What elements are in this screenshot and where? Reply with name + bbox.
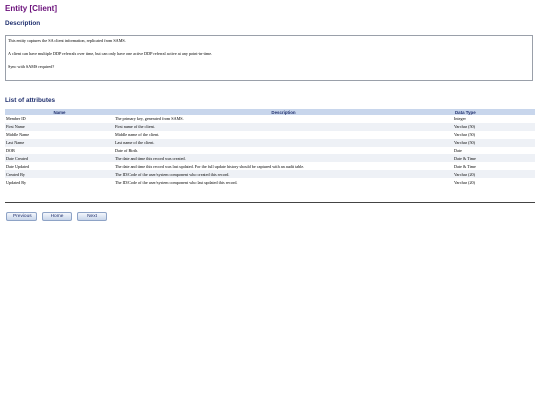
attr-name: Date Created xyxy=(5,154,114,163)
description-paragraph: A client can have multiple DDP referrals… xyxy=(8,51,213,56)
table-row: DOB Date of Birth. Date xyxy=(5,146,535,155)
description-heading: Description xyxy=(5,20,41,27)
attr-type: Date xyxy=(453,146,535,155)
attributes-table: Name Description Data Type Member ID The… xyxy=(5,109,535,187)
attr-description: The primary key, generated from SAMS. xyxy=(114,115,453,123)
previous-button[interactable]: Previous xyxy=(6,212,37,221)
attr-name: Last Name xyxy=(5,138,114,147)
attr-description: The ID/Code of the user/system component… xyxy=(114,170,453,179)
description-paragraph: This entity captures the SA client infor… xyxy=(8,38,126,43)
navigation-bar: Previous Home Next xyxy=(6,212,107,221)
attr-type: Integer xyxy=(453,115,535,123)
attr-description: The ID/Code of the user/system component… xyxy=(114,178,453,187)
attributes-heading: List of attributes xyxy=(5,97,56,104)
attr-type: Varchar (20) xyxy=(453,170,535,179)
attr-description: The date and time this record was create… xyxy=(114,154,453,163)
page-title: Entity [Client] xyxy=(5,4,57,13)
table-row: First Name First name of the client. Var… xyxy=(5,122,535,131)
attr-name: Date Updated xyxy=(5,162,114,171)
home-button[interactable]: Home xyxy=(42,212,72,221)
attr-description: Middle name of the client. xyxy=(114,130,453,139)
attr-description: The date and time this record was last u… xyxy=(114,162,453,171)
attr-type: Varchar (50) xyxy=(453,122,535,131)
attr-type: Date & Time xyxy=(453,162,535,171)
attr-type: Varchar (50) xyxy=(453,130,535,139)
table-row: Middle Name Middle name of the client. V… xyxy=(5,130,535,139)
table-row: Member ID The primary key, generated fro… xyxy=(5,115,535,123)
attr-name: Created By xyxy=(5,170,114,179)
attr-name: DOB xyxy=(5,146,114,155)
table-row: Created By The ID/Code of the user/syste… xyxy=(5,170,535,179)
divider xyxy=(5,202,535,203)
description-paragraph: Sync with SAMS required? xyxy=(8,64,55,69)
attr-name: Member ID xyxy=(5,115,114,123)
description-box: This entity captures the SA client infor… xyxy=(5,35,533,81)
attr-name: First Name xyxy=(5,122,114,131)
attr-name: Middle Name xyxy=(5,130,114,139)
attr-description: First name of the client. xyxy=(114,122,453,131)
attr-type: Varchar (50) xyxy=(453,138,535,147)
attr-description: Last name of the client. xyxy=(114,138,453,147)
table-row: Last Name Last name of the client. Varch… xyxy=(5,138,535,147)
attr-type: Varchar (20) xyxy=(453,178,535,187)
page: Entity [Client] Description This entity … xyxy=(5,4,535,221)
attr-type: Date & Time xyxy=(453,154,535,163)
table-row: Updated By The ID/Code of the user/syste… xyxy=(5,178,535,187)
next-button[interactable]: Next xyxy=(77,212,107,221)
attr-description: Date of Birth. xyxy=(114,146,453,155)
table-row: Date Created The date and time this reco… xyxy=(5,154,535,163)
attr-name: Updated By xyxy=(5,178,114,187)
table-row: Date Updated The date and time this reco… xyxy=(5,162,535,171)
